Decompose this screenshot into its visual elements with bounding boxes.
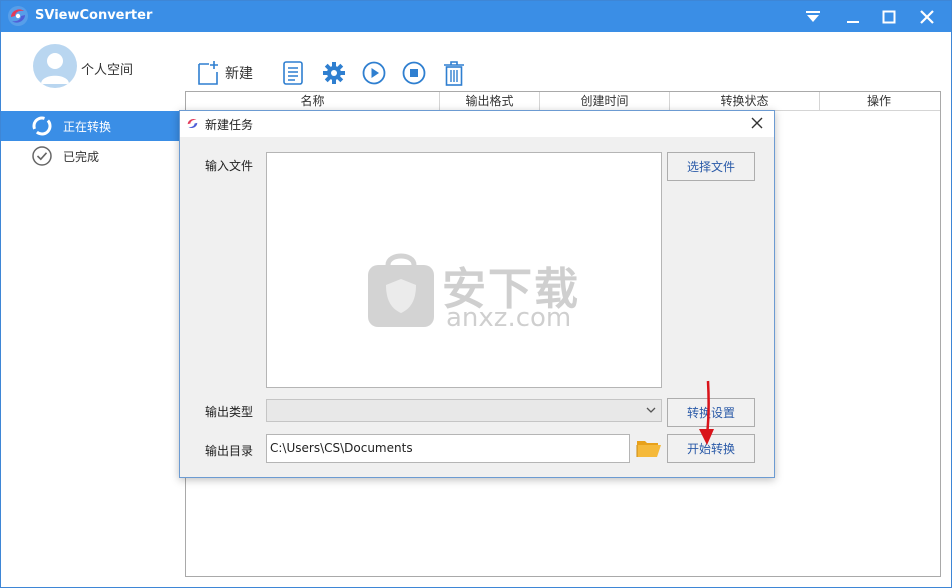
task-list-button[interactable] bbox=[283, 59, 303, 87]
stop-button[interactable] bbox=[402, 59, 426, 87]
close-window-button[interactable] bbox=[909, 1, 945, 32]
document-list-icon bbox=[283, 61, 303, 85]
new-task-button[interactable]: 新建 bbox=[197, 59, 253, 87]
watermark-en-text: anxz.com bbox=[446, 303, 572, 333]
maximize-icon bbox=[882, 10, 896, 23]
column-header-status[interactable]: 转换状态 bbox=[670, 92, 820, 111]
dialog-title: 新建任务 bbox=[205, 118, 254, 132]
main-window: SViewConverter 个人空间 正在转换 已完成 新建 名称 输出格式 … bbox=[0, 0, 952, 588]
avatar[interactable] bbox=[33, 44, 77, 88]
user-name-label[interactable]: 个人空间 bbox=[81, 59, 133, 78]
check-circle-icon bbox=[32, 146, 52, 166]
sidebar-item-label: 正在转换 bbox=[63, 120, 112, 134]
output-dir-input[interactable]: C:\Users\CS\Documents bbox=[266, 434, 630, 463]
new-task-label: 新建 bbox=[225, 66, 253, 82]
output-dir-label: 输出目录 bbox=[205, 444, 254, 458]
user-avatar-icon bbox=[41, 53, 69, 84]
new-file-icon bbox=[198, 61, 218, 85]
sidebar-item-label: 已完成 bbox=[63, 150, 100, 164]
sidebar-item-completed[interactable]: 已完成 bbox=[1, 141, 185, 171]
converting-icon bbox=[32, 116, 52, 136]
play-icon bbox=[362, 61, 386, 85]
output-type-select[interactable] bbox=[266, 399, 662, 422]
start-button[interactable] bbox=[362, 59, 386, 87]
chevron-down-icon bbox=[646, 407, 656, 413]
column-header-name[interactable]: 名称 bbox=[186, 92, 440, 111]
gear-icon bbox=[323, 62, 345, 84]
maximize-button[interactable] bbox=[871, 1, 907, 32]
folder-open-icon[interactable] bbox=[636, 437, 662, 459]
shield-bag-icon bbox=[368, 253, 434, 327]
settings-button[interactable] bbox=[322, 59, 346, 87]
app-logo-icon bbox=[187, 118, 198, 129]
left-sidebar: 个人空间 正在转换 已完成 bbox=[1, 32, 185, 587]
output-type-label: 输出类型 bbox=[205, 405, 254, 419]
column-header-format[interactable]: 输出格式 bbox=[440, 92, 540, 111]
menu-dropdown-button[interactable] bbox=[795, 1, 831, 32]
input-file-label: 输入文件 bbox=[205, 159, 254, 173]
column-header-created[interactable]: 创建时间 bbox=[540, 92, 670, 111]
column-header-actions[interactable]: 操作 bbox=[820, 92, 938, 111]
watermark: 安下载 anxz.com bbox=[366, 251, 586, 341]
table-header: 名称 输出格式 创建时间 转换状态 操作 bbox=[186, 92, 940, 111]
app-logo-icon bbox=[8, 6, 28, 26]
choose-file-button[interactable]: 选择文件 bbox=[667, 152, 755, 181]
app-title: SViewConverter bbox=[35, 8, 153, 23]
close-icon bbox=[920, 9, 934, 24]
red-arrow-annotation bbox=[699, 380, 714, 445]
minimize-icon bbox=[847, 20, 859, 23]
dialog-close-button[interactable] bbox=[748, 114, 766, 132]
minimize-button[interactable] bbox=[835, 1, 871, 32]
sidebar-item-converting[interactable]: 正在转换 bbox=[1, 111, 185, 141]
dropdown-menu-icon bbox=[806, 10, 820, 22]
title-bar: SViewConverter bbox=[1, 1, 951, 32]
stop-icon bbox=[402, 61, 426, 85]
new-task-dialog: 新建任务 输入文件 选择文件 输出类型 转换设置 输出目录 C:\Users\C… bbox=[179, 110, 775, 478]
delete-button[interactable] bbox=[443, 59, 465, 87]
close-icon bbox=[751, 117, 763, 129]
trash-icon bbox=[444, 61, 464, 86]
dialog-title-bar: 新建任务 bbox=[180, 111, 774, 137]
